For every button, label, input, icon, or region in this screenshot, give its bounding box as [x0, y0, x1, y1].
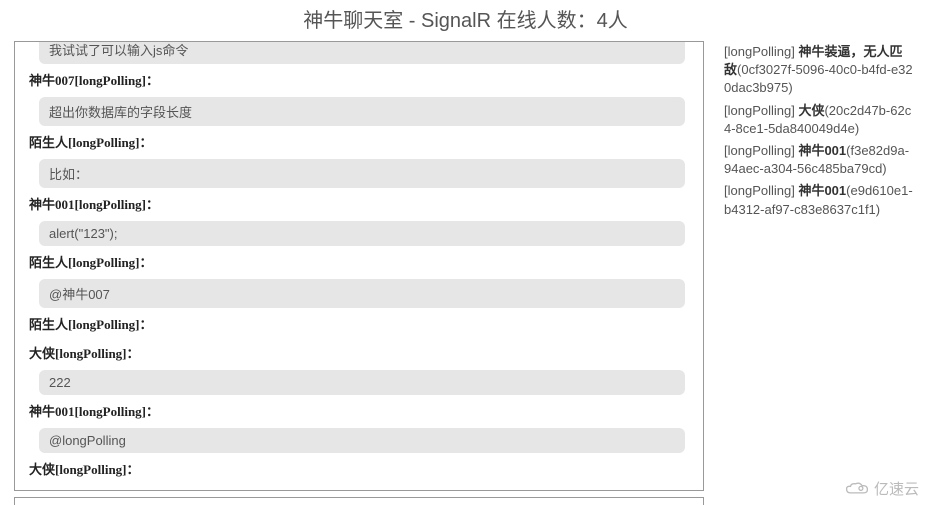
message-body: 超出你数据库的字段长度 — [39, 97, 685, 126]
user-transport: [longPolling] — [724, 103, 795, 118]
message-body: 222 — [39, 370, 685, 395]
message-body: @神牛007 — [39, 279, 685, 308]
chat-message: @神牛007 陌生人[longPolling]： — [29, 279, 685, 339]
chat-message: @longPolling 大侠[longPolling]： — [29, 428, 685, 484]
chat-message: 超出你数据库的字段长度陌生人[longPolling]： — [29, 97, 685, 157]
user-transport: [longPolling] — [724, 143, 795, 158]
message-sender: 神牛001[longPolling]： — [29, 192, 685, 219]
chat-message: alert("123"); 陌生人[longPolling]： — [29, 221, 685, 277]
message-sender: 神牛001[longPolling]： — [29, 399, 685, 426]
user-name: 神牛001 — [798, 183, 846, 198]
chat-message: 大侠[longPolling]： — [29, 341, 685, 368]
watermark-text: 亿速云 — [874, 478, 919, 499]
chat-message: 比如： 神牛001[longPolling]： — [29, 159, 685, 219]
user-list-item: [longPolling] 神牛001(f3e82d9a-94aec-a304-… — [724, 142, 914, 178]
user-name: 大侠 — [798, 103, 824, 118]
cloud-icon — [844, 480, 870, 498]
message-sender: 大侠[longPolling]： — [29, 341, 685, 368]
user-id: (0cf3027f-5096-40c0-b4fd-e320dac3b975) — [724, 62, 913, 95]
user-list-item: [longPolling] 神牛001(e9d610e1-b4312-af97-… — [724, 182, 914, 218]
user-transport: [longPolling] — [724, 183, 795, 198]
chat-message: 我试试了可以输入js命令神牛007[longPolling]： — [29, 41, 685, 95]
user-transport: [longPolling] — [724, 44, 795, 59]
input-box-top-edge — [14, 497, 704, 505]
chat-message: 222 神牛001[longPolling]： — [29, 370, 685, 426]
main-container: 怎么草除陌生人[longPolling]：我试试了可以输入js命令神牛007[l… — [0, 41, 931, 491]
message-sender: 神牛007[longPolling]： — [29, 68, 685, 95]
message-body: alert("123"); — [39, 221, 685, 246]
user-list-item: [longPolling] 大侠(20c2d47b-62c4-8ce1-5da8… — [724, 102, 914, 138]
message-body: 比如： — [39, 159, 685, 188]
message-body: 我试试了可以输入js命令 — [39, 41, 685, 64]
message-sender: 陌生人[longPolling]： — [29, 130, 685, 157]
watermark: 亿速云 — [844, 478, 919, 499]
user-list-item: [longPolling] 神牛装逼，无人匹敌(0cf3027f-5096-40… — [724, 43, 914, 98]
message-sender: 陌生人[longPolling]： — [29, 250, 685, 277]
chat-panel[interactable]: 怎么草除陌生人[longPolling]：我试试了可以输入js命令神牛007[l… — [14, 41, 704, 491]
page-title: 神牛聊天室 - SignalR 在线人数：4人 — [0, 0, 931, 41]
message-sender: 大侠[longPolling]： — [29, 457, 685, 484]
message-sender: 陌生人[longPolling]： — [29, 312, 685, 339]
user-name: 神牛001 — [798, 143, 846, 158]
message-body: @longPolling — [39, 428, 685, 453]
user-list-panel: [longPolling] 神牛装逼，无人匹敌(0cf3027f-5096-40… — [724, 41, 914, 491]
